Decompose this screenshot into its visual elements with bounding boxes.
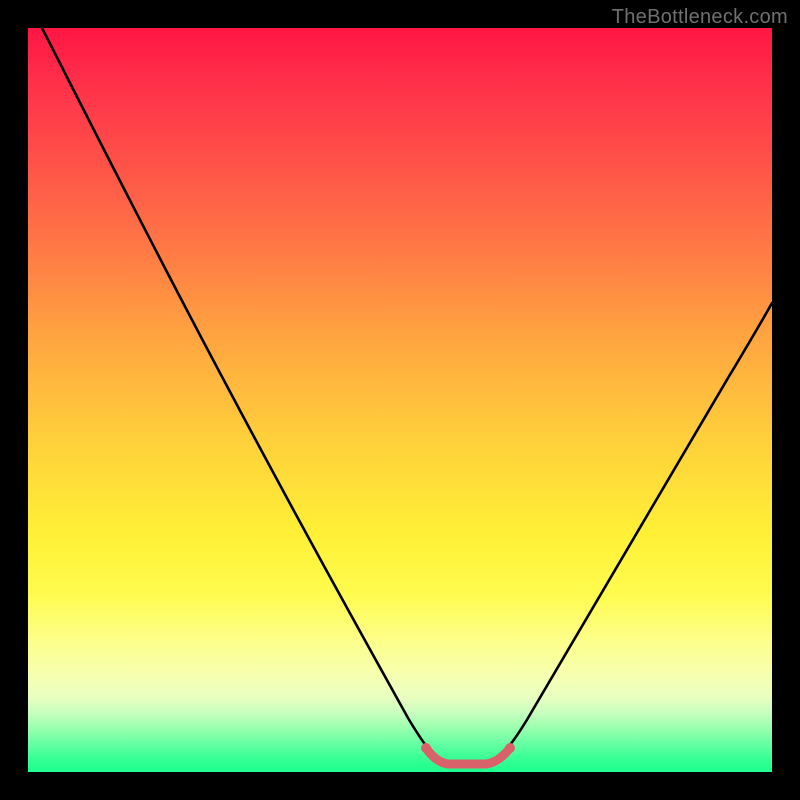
chart-frame: TheBottleneck.com xyxy=(0,0,800,800)
watermark-text: TheBottleneck.com xyxy=(612,6,788,29)
plot-area xyxy=(28,28,772,772)
flat-bottom-right-dot xyxy=(505,743,515,753)
flat-bottom-left-dot xyxy=(421,743,431,753)
flat-bottom-marker xyxy=(426,748,510,764)
bottleneck-curve xyxy=(42,28,772,764)
curve-layer xyxy=(28,28,772,772)
